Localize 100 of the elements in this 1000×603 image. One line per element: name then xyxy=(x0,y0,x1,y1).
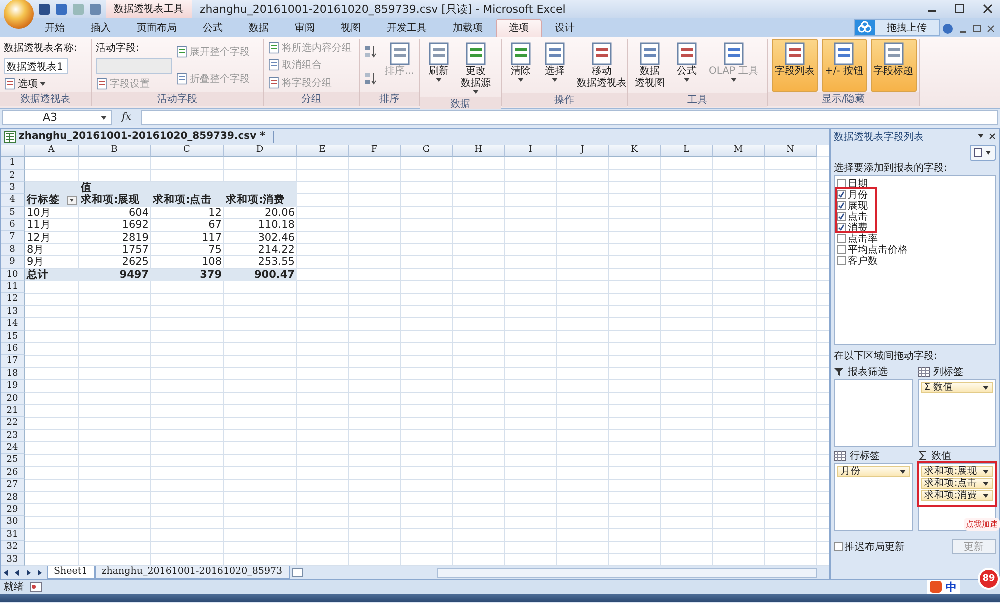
row-number[interactable]: 27 xyxy=(1,479,25,492)
ribbon-small-button[interactable]: 选项 xyxy=(4,76,78,90)
defer-checkbox[interactable] xyxy=(834,542,843,551)
field-chip[interactable]: 求和项:点击 xyxy=(920,478,993,489)
field-item[interactable]: 客户数 xyxy=(837,255,878,266)
office-button[interactable] xyxy=(4,0,34,29)
ribbon-tab[interactable]: 选项 xyxy=(496,19,542,37)
ribbon-large-button[interactable]: 公式 xyxy=(672,39,702,93)
row-number[interactable]: 26 xyxy=(1,466,25,480)
field-checkbox[interactable] xyxy=(837,190,846,199)
sort-ascending-icon[interactable] xyxy=(364,44,378,60)
layout-button[interactable] xyxy=(970,145,996,161)
column-heading[interactable]: G xyxy=(401,144,453,158)
defer-update-option[interactable]: 推迟布局更新 xyxy=(834,541,905,552)
drop-area[interactable]: Σ 数值 xyxy=(918,379,996,447)
field-item[interactable]: 点击率 xyxy=(837,233,878,244)
row-number[interactable]: 3 xyxy=(1,182,25,194)
field-item[interactable]: 展现 xyxy=(837,200,868,211)
horizontal-scrollbar[interactable] xyxy=(437,568,817,578)
column-heading[interactable]: D xyxy=(224,144,297,158)
ribbon-tab[interactable]: 审阅 xyxy=(282,19,328,37)
column-heading[interactable]: A xyxy=(25,144,79,158)
ribbon-input-field[interactable] xyxy=(96,58,172,74)
field-checkbox[interactable] xyxy=(837,234,846,243)
quick-access-icon[interactable] xyxy=(55,2,68,16)
ribbon-large-button[interactable]: +/- 按钮 xyxy=(822,39,867,92)
row-number[interactable]: 21 xyxy=(1,404,25,418)
column-heading[interactable]: C xyxy=(151,144,224,158)
ribbon-tab[interactable]: 插入 xyxy=(78,19,124,37)
ribbon-input-field[interactable]: 数据透视表1 xyxy=(4,58,68,74)
row-number[interactable]: 13 xyxy=(1,306,25,318)
ribbon-large-button[interactable]: 字段标题 xyxy=(870,39,917,92)
quick-access-icon[interactable] xyxy=(38,2,51,16)
row-number[interactable]: 23 xyxy=(1,430,25,442)
sort-descending-icon[interactable] xyxy=(364,70,378,87)
ribbon-tab[interactable]: 数据 xyxy=(236,19,282,37)
row-number[interactable]: 2 xyxy=(1,170,25,182)
name-box[interactable]: A3 xyxy=(2,110,112,125)
row-number[interactable]: 11 xyxy=(1,281,25,294)
row-number[interactable]: 1 xyxy=(1,157,25,170)
ribbon-tab[interactable]: 视图 xyxy=(328,19,374,37)
ribbon-tab[interactable]: 加载项 xyxy=(440,19,496,37)
column-heading[interactable]: K xyxy=(609,144,661,158)
row-number[interactable]: 10 xyxy=(1,268,25,282)
row-number[interactable]: 31 xyxy=(1,528,25,542)
row-number[interactable]: 19 xyxy=(1,380,25,393)
row-number[interactable]: 5 xyxy=(1,206,25,220)
function-label[interactable]: fx xyxy=(116,112,138,123)
field-chip[interactable]: Σ 数值 xyxy=(920,382,993,393)
row-number[interactable]: 7 xyxy=(1,231,25,244)
drop-area[interactable]: 月份 xyxy=(834,463,912,531)
column-heading[interactable]: J xyxy=(557,144,609,158)
formula-input-field[interactable] xyxy=(141,110,998,125)
column-heading[interactable]: B xyxy=(79,144,151,158)
field-checkbox[interactable] xyxy=(837,201,846,210)
row-number[interactable]: 17 xyxy=(1,355,25,368)
ribbon-large-button[interactable]: 选择 xyxy=(540,39,570,93)
row-number[interactable]: 32 xyxy=(1,541,25,554)
ribbon-large-button[interactable]: 刷新 xyxy=(424,39,454,97)
field-item[interactable]: 点击 xyxy=(837,211,868,222)
speed-bubble[interactable]: 点我加速 xyxy=(964,518,1000,531)
quick-access-icon[interactable] xyxy=(89,2,102,16)
column-heading[interactable]: F xyxy=(349,144,401,158)
row-number[interactable]: 16 xyxy=(1,342,25,356)
row-number[interactable]: 22 xyxy=(1,417,25,430)
row-number[interactable]: 14 xyxy=(1,318,25,331)
macro-record-icon[interactable] xyxy=(30,582,42,592)
ribbon-large-button[interactable]: 移动 数据透视表 xyxy=(574,39,630,93)
ribbon-large-button[interactable]: 更改 数据源 xyxy=(458,39,494,97)
column-heading[interactable]: H xyxy=(453,144,505,158)
ribbon-tab[interactable]: 设计 xyxy=(542,19,588,37)
row-number[interactable]: 12 xyxy=(1,293,25,306)
row-number[interactable]: 29 xyxy=(1,504,25,516)
pane-controls-icon[interactable] xyxy=(978,133,996,141)
column-heading[interactable]: E xyxy=(297,144,349,158)
ribbon-large-button[interactable]: 数据 透视图 xyxy=(632,39,668,93)
upload-button[interactable]: 拖拽上传 xyxy=(854,19,940,36)
ribbon-tab[interactable]: 开始 xyxy=(32,19,78,37)
row-number[interactable]: 18 xyxy=(1,368,25,380)
row-number[interactable]: 25 xyxy=(1,454,25,467)
insert-sheet-icon[interactable] xyxy=(290,568,306,578)
column-heading[interactable]: N xyxy=(765,144,817,158)
row-number[interactable]: 9 xyxy=(1,256,25,269)
field-chip[interactable]: 求和项:消费 xyxy=(920,490,993,501)
ribbon-tab[interactable]: 公式 xyxy=(190,19,236,37)
ribbon-large-button[interactable]: 清除 xyxy=(506,39,536,93)
filter-dropdown-icon[interactable] xyxy=(67,196,77,205)
row-number[interactable]: 4 xyxy=(1,194,25,207)
sheet-tab[interactable]: zhanghu_20161001-20161020_85973 xyxy=(94,566,290,579)
ime-toolbar[interactable]: 中 xyxy=(927,580,960,594)
row-number[interactable]: 15 xyxy=(1,330,25,343)
column-heading[interactable]: M xyxy=(713,144,765,158)
column-heading[interactable]: L xyxy=(661,144,713,158)
row-number[interactable]: 20 xyxy=(1,392,25,405)
ribbon-large-button[interactable]: 字段列表 xyxy=(772,39,818,92)
column-heading[interactable]: I xyxy=(505,144,557,158)
row-number[interactable]: 28 xyxy=(1,492,25,504)
row-number[interactable]: 6 xyxy=(1,219,25,232)
field-chip[interactable]: 求和项:展现 xyxy=(920,466,993,477)
field-item[interactable]: 月份 xyxy=(837,189,868,200)
